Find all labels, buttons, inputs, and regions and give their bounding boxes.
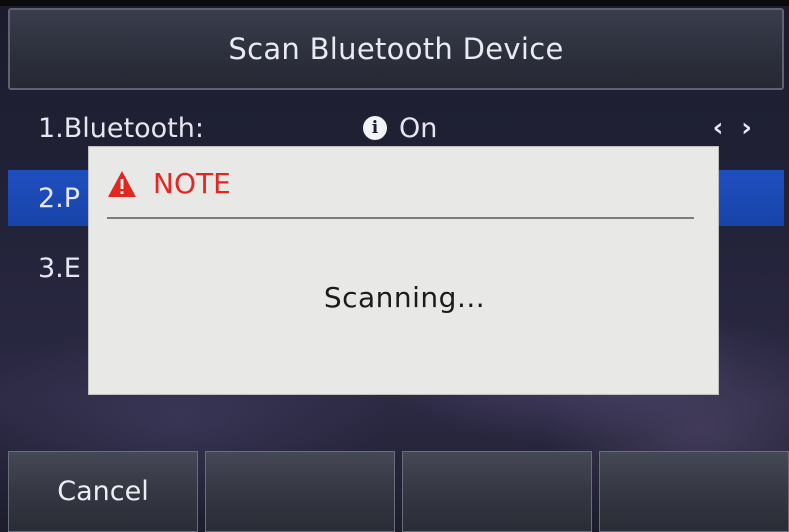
bluetooth-status: i On: [363, 113, 437, 144]
cancel-softkey[interactable]: Cancel: [8, 451, 198, 532]
phone-screen: Scan Bluetooth Device 1.Bluetooth: i On …: [0, 0, 789, 532]
menu-item-label: 2.P: [38, 182, 81, 214]
warning-triangle-icon: [108, 170, 136, 197]
dialog-message: Scanning...: [323, 281, 486, 314]
dialog-header: NOTE: [107, 167, 231, 200]
menu-item-label: 3.E: [38, 252, 81, 284]
screen-header: Scan Bluetooth Device: [8, 8, 784, 90]
softkey-3[interactable]: [402, 451, 592, 532]
bluetooth-status-value: On: [399, 112, 438, 144]
dialog-divider: [107, 217, 694, 219]
info-icon: i: [363, 116, 387, 140]
note-dialog: NOTE Scanning...: [88, 146, 719, 395]
chevron-left-icon[interactable]: ‹: [713, 113, 724, 143]
softkey-4[interactable]: [599, 451, 789, 532]
softkey-2[interactable]: [205, 451, 395, 532]
option-arrows[interactable]: ‹ ›: [713, 113, 752, 143]
page-title: Scan Bluetooth Device: [228, 32, 564, 66]
menu-item-label: 1.Bluetooth:: [38, 112, 204, 144]
chevron-right-icon[interactable]: ›: [741, 113, 752, 143]
screen-frame-top: [0, 0, 789, 6]
dialog-title: NOTE: [153, 167, 231, 200]
softkey-bar: Cancel: [8, 451, 789, 532]
